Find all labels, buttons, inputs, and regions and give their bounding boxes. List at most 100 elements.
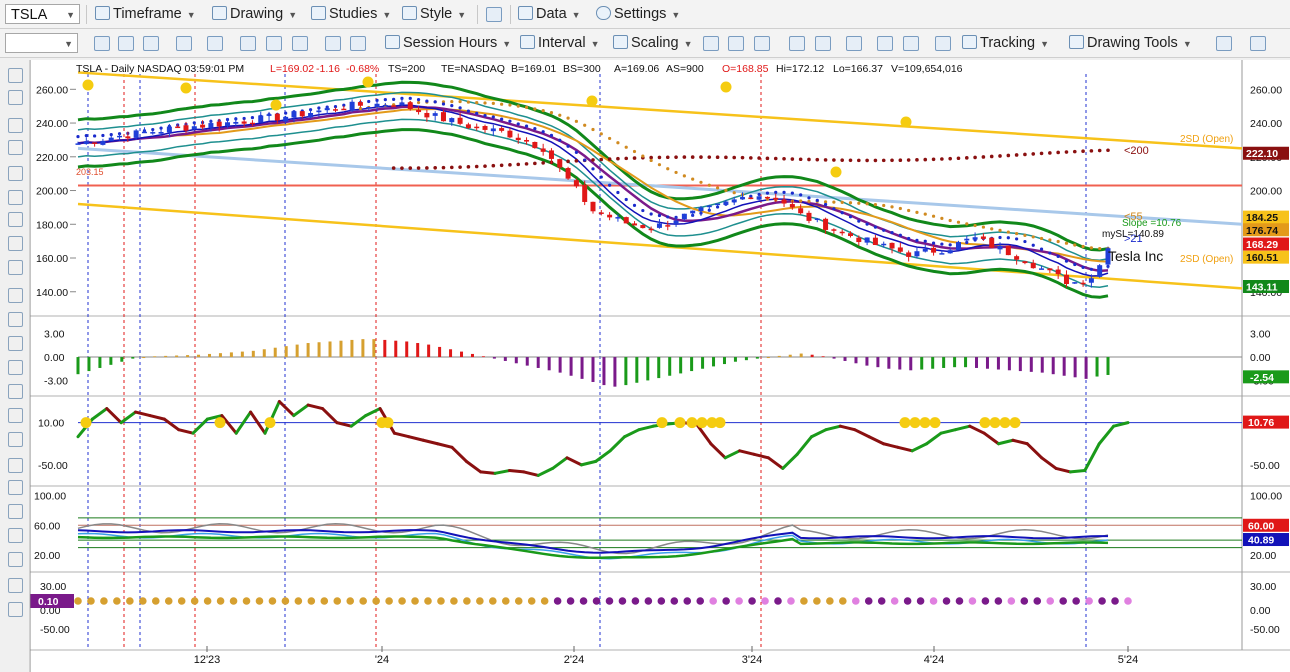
eraser-icon[interactable] — [8, 578, 23, 593]
chevron-down-icon: ▼ — [186, 10, 196, 20]
bottom-dot — [1059, 597, 1067, 605]
ohlc-icon[interactable] — [703, 36, 719, 51]
arrow-up-icon[interactable] — [8, 480, 23, 495]
sma55-dot — [807, 199, 811, 203]
fibonacci-icon[interactable] — [8, 236, 23, 251]
session-hours-icon — [385, 35, 400, 49]
network-icon[interactable] — [350, 36, 366, 51]
rectangle-icon[interactable] — [8, 528, 23, 543]
chevron-down-icon[interactable]: ▼ — [66, 5, 75, 25]
arc-icon[interactable] — [8, 432, 23, 447]
rsi-marker — [1009, 417, 1021, 429]
timeframe-menu[interactable]: Timeframe ▼ — [95, 4, 196, 25]
bottom-dot — [1020, 597, 1029, 605]
sma21-dot — [632, 203, 637, 207]
arrow-down-icon[interactable] — [8, 458, 23, 473]
candle-body — [440, 112, 446, 122]
ellipse-icon[interactable] — [8, 504, 23, 519]
refresh-icon[interactable] — [94, 36, 110, 51]
candle-body — [798, 208, 804, 214]
stack-icon[interactable] — [8, 360, 23, 375]
sma55-dot — [574, 119, 578, 123]
sma21-dot — [641, 208, 645, 213]
bottom-dot — [579, 597, 588, 605]
sma55-dot — [682, 174, 686, 178]
zoom-in-icon[interactable] — [877, 36, 893, 51]
sma55-dot — [491, 101, 495, 106]
interval-select[interactable]: ▼ — [5, 33, 78, 53]
symbol-select[interactable]: TSLA ▼ — [5, 4, 80, 24]
bottom-dot — [255, 597, 264, 605]
sma21-dot — [101, 133, 105, 138]
view-icon[interactable] — [1250, 36, 1266, 51]
curve-icon[interactable] — [266, 36, 282, 51]
pencil-icon[interactable] — [8, 260, 23, 275]
layout-icon[interactable] — [846, 36, 862, 51]
start-price-tag: 203.15 — [76, 167, 104, 177]
scaling-menu[interactable]: Scaling ▼ — [613, 33, 692, 54]
chevron-down-icon[interactable]: ▼ — [64, 34, 73, 54]
vertical-lines-icon[interactable] — [8, 288, 23, 303]
sma21-dot — [624, 197, 628, 202]
cursor-icon[interactable] — [8, 68, 23, 83]
cycle-icon[interactable] — [118, 36, 134, 51]
gears-icon[interactable] — [325, 36, 341, 51]
candle-body — [856, 237, 862, 243]
chevron-down-icon: ▼ — [502, 39, 512, 49]
hollow-candle-icon[interactable] — [754, 36, 770, 51]
andrews-pitchfork-icon[interactable] — [8, 408, 23, 423]
bar-icon[interactable] — [789, 36, 805, 51]
trendline-icon[interactable] — [8, 140, 23, 155]
wave-icon[interactable] — [240, 36, 256, 51]
sma200-dot — [466, 165, 471, 169]
price-badge-text: 160.51 — [1246, 252, 1278, 264]
sd-open-upper-label: 2SD (Open) — [1180, 134, 1233, 145]
circle-icon[interactable] — [8, 384, 23, 399]
macd-bar — [613, 357, 617, 387]
drawing-menu[interactable]: Drawing ▼ — [212, 4, 297, 25]
sma55-dot — [466, 100, 471, 104]
layout-icon[interactable] — [486, 7, 502, 22]
session-hours-menu[interactable]: Session Hours ▼ — [385, 33, 511, 54]
macd-bar — [854, 357, 858, 364]
pattern-icon[interactable] — [292, 36, 308, 51]
candle-body — [872, 237, 878, 245]
grid-toggle-icon[interactable] — [935, 36, 951, 51]
sma200-dot — [1081, 149, 1085, 154]
interval-menu[interactable]: Interval ▼ — [520, 33, 599, 54]
zoom-out-icon[interactable] — [903, 36, 919, 51]
rsi-marker — [989, 417, 1001, 429]
sma21-dot — [483, 113, 487, 118]
sma21-dot — [367, 99, 371, 104]
gauge-icon[interactable] — [207, 36, 223, 51]
horizontal-line-icon[interactable] — [8, 166, 23, 181]
macd-bar — [1084, 357, 1088, 379]
studies-menu[interactable]: Studies ▼ — [311, 4, 391, 25]
hatch-icon[interactable] — [8, 312, 23, 327]
grid-icon[interactable] — [143, 36, 159, 51]
delete-icon[interactable] — [8, 602, 23, 617]
rsi-marker — [264, 417, 276, 429]
bottom-dot — [489, 597, 497, 605]
signal-marker — [270, 99, 282, 111]
candle-icon[interactable] — [728, 36, 744, 51]
zoom-icon[interactable] — [176, 36, 192, 51]
chart-add-icon[interactable] — [1216, 36, 1232, 51]
data-menu[interactable]: Data ▼ — [518, 4, 581, 25]
chart-area[interactable]: 260.00260.00240.00240.00220.00220.00200.… — [30, 60, 1290, 672]
channel-icon[interactable] — [8, 212, 23, 227]
wrench-icon[interactable] — [8, 118, 23, 133]
tracking-menu[interactable]: Tracking ▼ — [962, 33, 1049, 54]
crosshair-icon[interactable] — [8, 90, 23, 105]
hlc-icon[interactable] — [815, 36, 831, 51]
settings-menu[interactable]: Settings ▼ — [596, 4, 680, 25]
rsi-segment — [479, 470, 497, 475]
parallel-lines-icon[interactable] — [8, 190, 23, 205]
sma21-dot — [441, 102, 446, 106]
gann-icon[interactable] — [8, 336, 23, 351]
style-menu[interactable]: Style ▼ — [402, 4, 466, 25]
drawing-tools-menu[interactable]: Drawing Tools ▼ — [1069, 33, 1192, 54]
text-icon[interactable] — [8, 552, 23, 567]
macd-bar — [865, 357, 869, 366]
candle-body — [914, 251, 920, 257]
